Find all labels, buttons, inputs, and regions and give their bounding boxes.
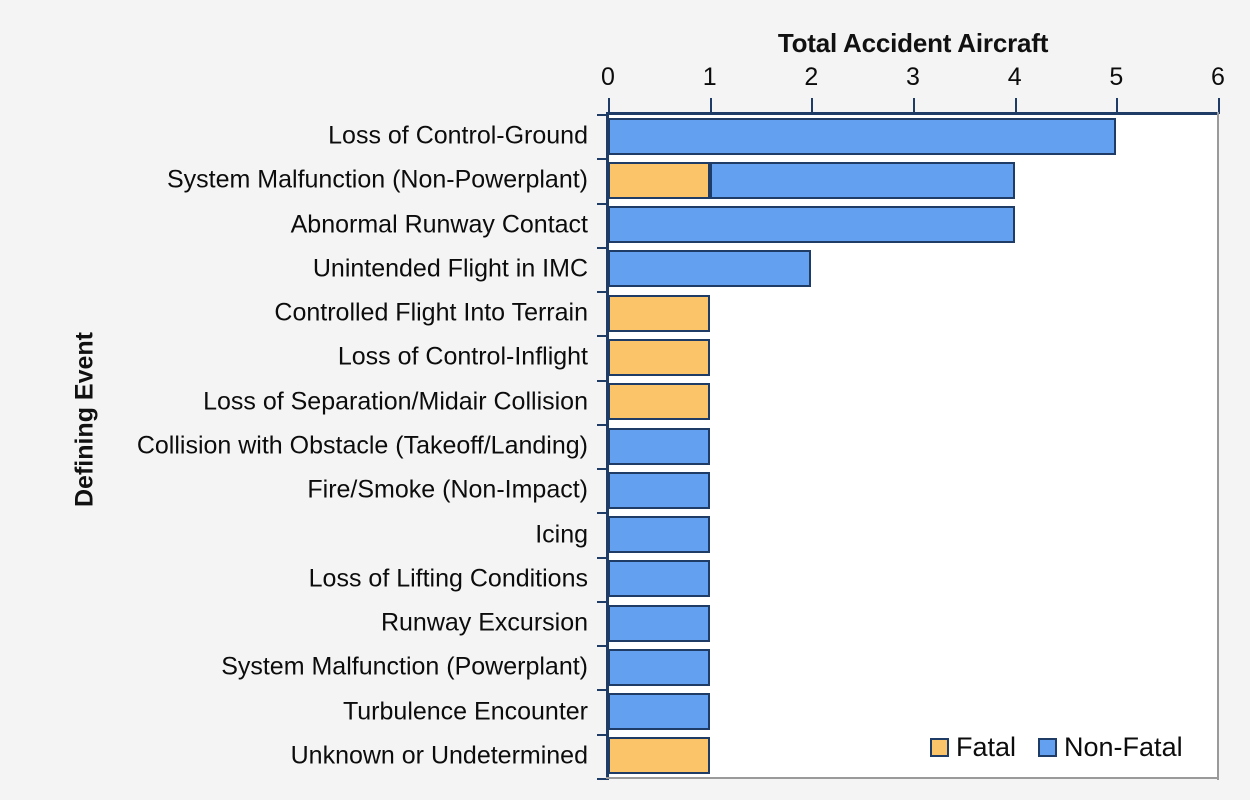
bar-row[interactable] bbox=[608, 161, 1218, 199]
bar-segment-non-fatal[interactable] bbox=[608, 471, 710, 509]
y-tick-label: Collision with Obstacle (Takeoff/Landing… bbox=[136, 431, 588, 460]
bar-row[interactable] bbox=[608, 604, 1218, 642]
y-tick-label: Loss of Control-Inflight bbox=[337, 342, 588, 371]
bar-segment-non-fatal[interactable] bbox=[608, 604, 710, 642]
bar-row[interactable] bbox=[608, 516, 1218, 554]
bar-row[interactable] bbox=[608, 560, 1218, 598]
legend-item[interactable]: Fatal bbox=[930, 731, 1017, 762]
bar-row[interactable] bbox=[608, 338, 1218, 376]
y-axis-tick-labels: Loss of Control-Ground System Malfunction… bbox=[0, 114, 598, 778]
bar-segment-fatal[interactable] bbox=[608, 737, 710, 775]
y-tick-label: System Malfunction (Powerplant) bbox=[221, 652, 588, 681]
y-tick-label: Loss of Control-Ground bbox=[328, 121, 588, 150]
bar-row[interactable] bbox=[608, 383, 1218, 421]
bar-row[interactable] bbox=[608, 693, 1218, 731]
legend-swatch-icon bbox=[930, 737, 949, 757]
x-tick-label: 0 bbox=[601, 63, 615, 91]
legend-item[interactable]: Non-Fatal bbox=[1038, 731, 1183, 762]
bar-segment-fatal[interactable] bbox=[608, 338, 710, 376]
bar-row[interactable] bbox=[608, 206, 1218, 244]
bar-segment-fatal[interactable] bbox=[608, 161, 710, 199]
bar-segment-non-fatal[interactable] bbox=[608, 516, 710, 554]
bar-segment-non-fatal[interactable] bbox=[608, 250, 812, 288]
x-tick-label: 6 bbox=[1211, 63, 1225, 91]
bar-segment-fatal[interactable] bbox=[608, 383, 710, 421]
x-axis-tick-labels: 0 1 2 3 4 5 6 bbox=[601, 62, 1225, 92]
axis-spine-left bbox=[606, 112, 609, 780]
bar-row[interactable] bbox=[608, 471, 1218, 509]
x-tick-label: 3 bbox=[906, 63, 920, 91]
legend-swatch-icon bbox=[1038, 737, 1058, 757]
y-tick-label: Runway Excursion bbox=[380, 608, 588, 637]
y-tick-label: Abnormal Runway Contact bbox=[290, 210, 588, 239]
bar-row[interactable] bbox=[608, 427, 1218, 465]
y-tick-label: Loss of Separation/Midair Collision bbox=[203, 387, 588, 416]
chart-legend: Fatal Non-Fatal bbox=[930, 727, 1183, 767]
bar-segment-fatal[interactable] bbox=[608, 294, 710, 332]
bar-segment-non-fatal[interactable] bbox=[608, 427, 710, 465]
x-tick-label: 2 bbox=[804, 63, 819, 91]
bar-row[interactable] bbox=[608, 648, 1218, 686]
y-tick-label: System Malfunction (Non-Powerplant) bbox=[167, 165, 588, 194]
bar-segment-non-fatal[interactable] bbox=[608, 206, 1015, 244]
y-tick-label: Fire/Smoke (Non-Impact) bbox=[307, 475, 588, 504]
y-tick-label: Icing bbox=[535, 520, 588, 549]
axis-spine-top bbox=[606, 112, 1219, 115]
y-tick-label: Unintended Flight in IMC bbox=[312, 254, 588, 283]
legend-label: Non-Fatal bbox=[1064, 731, 1183, 762]
bar-row[interactable] bbox=[608, 117, 1218, 155]
x-tick-label: 4 bbox=[1007, 63, 1022, 91]
legend-label: Fatal bbox=[956, 731, 1017, 762]
bar-segment-non-fatal[interactable] bbox=[709, 161, 1015, 199]
y-tick-label: Loss of Lifting Conditions bbox=[308, 564, 588, 593]
x-axis-title: Total Accident Aircraft bbox=[777, 28, 1049, 58]
bar-row[interactable] bbox=[608, 250, 1218, 288]
y-tick-label: Turbulence Encounter bbox=[342, 697, 588, 726]
axis-spine-bottom bbox=[606, 777, 1219, 779]
bar-segment-non-fatal[interactable] bbox=[608, 117, 1117, 155]
bar-segment-non-fatal[interactable] bbox=[608, 560, 710, 598]
bar-row[interactable] bbox=[608, 294, 1218, 332]
bar-chart: Total Accident Aircraft 0123456 Defining… bbox=[0, 0, 1250, 800]
y-tick-label: Controlled Flight Into Terrain bbox=[274, 298, 588, 327]
bar-segment-non-fatal[interactable] bbox=[608, 648, 710, 686]
x-tick-label: 1 bbox=[702, 63, 717, 91]
bar-segment-non-fatal[interactable] bbox=[608, 693, 710, 731]
plot-area bbox=[608, 114, 1218, 778]
y-tick-label: Unknown or Undetermined bbox=[290, 741, 588, 770]
x-tick-label: 5 bbox=[1109, 63, 1124, 91]
axis-spine-right bbox=[1217, 112, 1219, 780]
